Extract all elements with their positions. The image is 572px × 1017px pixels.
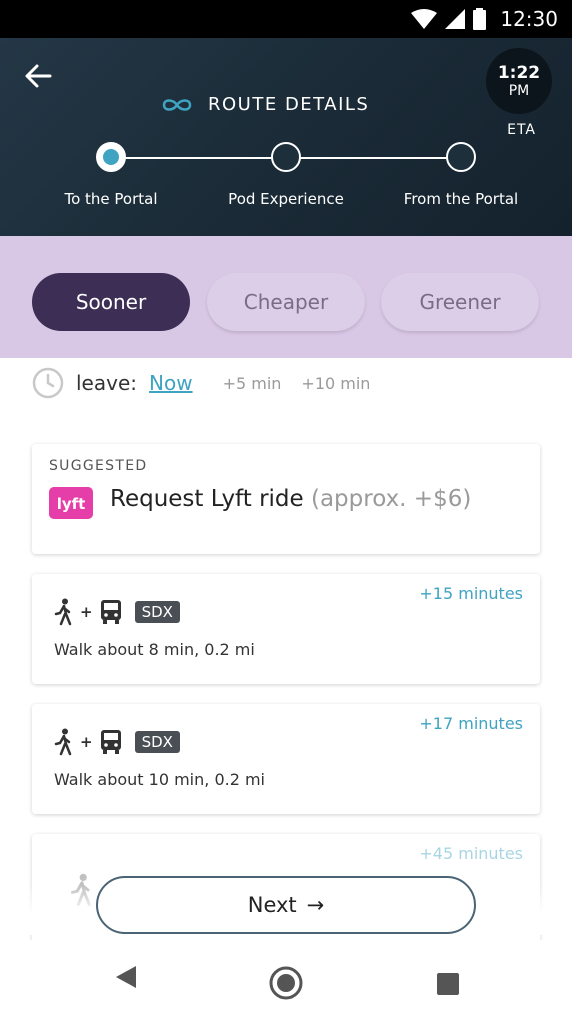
battery-icon: [473, 8, 487, 30]
eta-badge: 1:22 PM: [486, 48, 552, 114]
cell-signal-icon: [445, 9, 466, 29]
suggested-lyft-card[interactable]: SUGGESTED lyft Request Lyft ride (approx…: [32, 444, 540, 554]
lyft-logo-icon: lyft: [49, 487, 93, 519]
route-header: ROUTE DETAILS 1:22 PM ETA To the Portal …: [0, 38, 572, 236]
lyft-request-text: Request Lyft ride: [110, 486, 304, 512]
filter-sooner-button[interactable]: Sooner: [32, 273, 190, 331]
route-option-card[interactable]: +15 minutes + SDX Walk about 8 min, 0.2 …: [32, 574, 540, 684]
back-arrow-icon: [25, 64, 52, 88]
step-dot-to-portal[interactable]: [96, 142, 126, 172]
next-button-label: Next: [247, 893, 297, 917]
step-label-pod-experience[interactable]: Pod Experience: [228, 190, 344, 208]
step-label-to-portal[interactable]: To the Portal: [64, 190, 157, 208]
status-icons: 12:30: [411, 0, 558, 38]
walk-icon: [54, 728, 72, 756]
status-bar: 12:30: [0, 0, 572, 38]
status-time: 12:30: [500, 7, 558, 31]
route-title: ROUTE DETAILS: [160, 94, 369, 115]
step-dot-from-portal[interactable]: [446, 142, 476, 172]
clock-icon: [32, 367, 64, 399]
infinity-icon: [162, 98, 192, 111]
svg-text:lyft: lyft: [57, 495, 86, 513]
leave-time-row: leave: Now +5 min +10 min: [32, 366, 370, 400]
filter-bar: Sooner Cheaper Greener: [0, 236, 572, 358]
eta-label: ETA: [507, 122, 536, 138]
eta-ampm: PM: [508, 83, 530, 99]
nav-back-icon[interactable]: [114, 964, 138, 990]
bus-icon: [100, 600, 121, 624]
route-extra-time: +15 minutes: [419, 584, 523, 603]
route-line-badge: SDX: [134, 601, 180, 623]
plus-sign: +: [80, 733, 93, 751]
back-button[interactable]: [22, 60, 54, 92]
lyft-approx-cost: (approx. +$6): [310, 486, 472, 512]
suggested-label: SUGGESTED: [49, 458, 148, 474]
route-mode-icons: + SDX: [54, 598, 180, 626]
nav-recents-icon[interactable]: [436, 972, 460, 996]
step-dot-pod-experience[interactable]: [271, 142, 301, 172]
leave-plus10-option[interactable]: +10 min: [301, 374, 370, 393]
walk-icon: [54, 598, 72, 626]
leave-plus5-option[interactable]: +5 min: [223, 374, 282, 393]
eta-time: 1:22: [497, 63, 541, 83]
arrow-right-icon: →: [306, 893, 325, 917]
plus-sign: +: [80, 603, 93, 621]
page-title: ROUTE DETAILS: [208, 94, 370, 115]
leave-label: leave:: [76, 371, 137, 395]
route-description: Walk about 10 min, 0.2 mi: [54, 770, 265, 789]
step-label-from-portal[interactable]: From the Portal: [404, 190, 518, 208]
route-extra-time: +17 minutes: [419, 714, 523, 733]
route-extra-time: +45 minutes: [419, 844, 523, 863]
route-option-card[interactable]: +17 minutes + SDX Walk about 10 min, 0.2…: [32, 704, 540, 814]
bus-icon: [100, 730, 121, 754]
lyft-request-label: Request Lyft ride (approx. +$6): [110, 486, 471, 512]
route-line-badge: SDX: [134, 731, 180, 753]
nav-home-icon[interactable]: [269, 966, 303, 1000]
next-button[interactable]: Next →: [96, 876, 476, 934]
wifi-icon: [411, 9, 438, 29]
route-description: Walk about 8 min, 0.2 mi: [54, 640, 255, 659]
filter-cheaper-button[interactable]: Cheaper: [207, 273, 365, 331]
route-mode-icons: + SDX: [54, 728, 180, 756]
filter-greener-button[interactable]: Greener: [381, 273, 539, 331]
leave-now-option[interactable]: Now: [149, 371, 193, 395]
navigation-bar: [0, 940, 572, 1017]
